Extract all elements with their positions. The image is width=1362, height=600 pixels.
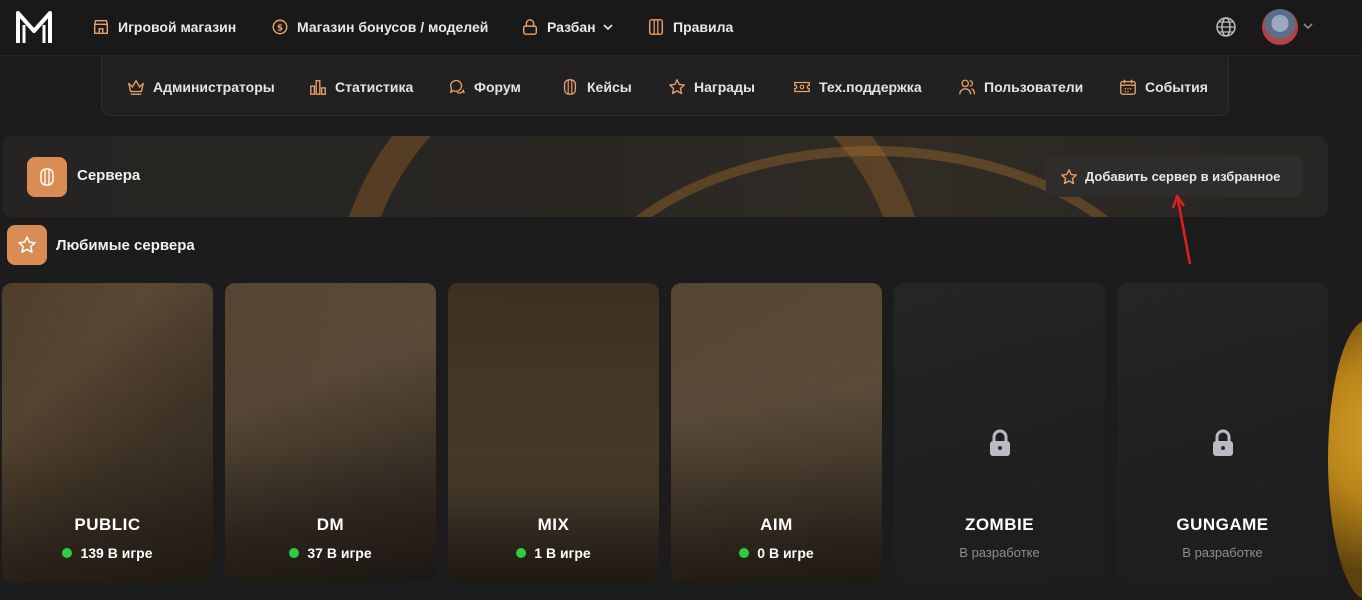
server-card-zombie[interactable]: ZOMBIE В разработке — [894, 283, 1105, 582]
stats-icon — [310, 80, 326, 95]
online-indicator — [62, 548, 73, 558]
annotation-arrow-icon — [1171, 194, 1192, 265]
star-icon — [18, 236, 36, 253]
server-players: 139 В игре — [80, 545, 153, 561]
chevron-down-icon — [603, 24, 613, 31]
server-status: В разработке — [959, 545, 1040, 560]
server-players: 0 В игре — [757, 545, 814, 561]
card-overlay — [448, 283, 659, 582]
servers-banner: Сервера Добавить сервер в избранное — [2, 136, 1328, 217]
server-status: 139 В игре — [2, 545, 213, 561]
calendar-icon — [1120, 79, 1136, 95]
lock-icon — [990, 429, 1010, 456]
server-card-mix[interactable]: MIX 1 В игре — [448, 283, 659, 582]
shop-icon — [93, 19, 109, 35]
favorites-icon-box — [7, 225, 47, 265]
svg-text:$: $ — [277, 24, 283, 34]
nav-item-label: Магазин бонусов / моделей — [297, 19, 489, 35]
server-card-aim[interactable]: AIM 0 В игре — [671, 283, 882, 582]
nav-item-label: Правила — [673, 19, 734, 35]
add-favorite-server-label: Добавить сервер в избранное — [1085, 169, 1281, 184]
servers-icon-box — [27, 157, 67, 197]
star-icon — [669, 79, 685, 95]
rules-icon — [648, 19, 664, 35]
subnav-item-label: Администраторы — [153, 79, 275, 95]
logo-icon[interactable] — [14, 9, 54, 45]
subnav-item-users[interactable]: Пользователи — [958, 76, 1083, 98]
card-overlay — [225, 283, 436, 582]
subnav-item-admins[interactable]: Администраторы — [127, 76, 275, 98]
crown-icon — [128, 80, 144, 95]
subnav-item-cases[interactable]: Кейсы — [561, 76, 632, 98]
star-icon — [1061, 168, 1077, 184]
coin-icon: $ — [272, 19, 288, 35]
page-title: Сервера — [77, 167, 141, 184]
top-navbar: Игровой магазин $ Магазин бонусов / моде… — [0, 0, 1362, 56]
nav-item-label: Разбан — [547, 19, 596, 35]
subnav-item-label: Пользователи — [984, 79, 1084, 95]
lock-icon — [1213, 429, 1233, 456]
server-status: В разработке — [1182, 545, 1263, 560]
case-icon — [563, 79, 577, 95]
card-overlay — [2, 283, 213, 582]
online-indicator — [289, 548, 300, 558]
server-card-gungame[interactable]: GUNGAME В разработке — [1117, 283, 1328, 582]
server-status: 37 В игре — [225, 545, 436, 561]
case-icon — [40, 168, 54, 186]
online-indicator — [739, 548, 750, 558]
forum-icon — [450, 79, 465, 94]
server-name: GUNGAME — [1176, 515, 1269, 534]
server-players: 37 В игре — [307, 545, 372, 561]
subnav-item-label: Тех.поддержка — [819, 79, 922, 95]
subnav-item-label: Кейсы — [587, 79, 632, 95]
chevron-down-icon[interactable] — [1302, 20, 1314, 32]
users-icon — [959, 79, 976, 95]
section-title: Любимые сервера — [56, 237, 195, 254]
card-overlay — [671, 283, 882, 582]
server-card-dm[interactable]: DM 37 В игре — [225, 283, 436, 582]
unlock-icon — [522, 19, 538, 35]
server-status: 0 В игре — [671, 545, 882, 561]
subnav-item-label: События — [1145, 79, 1208, 95]
server-name: DM — [316, 515, 345, 534]
server-name: ZOMBIE — [964, 515, 1035, 534]
subnav-item-stats[interactable]: Статистика — [309, 76, 413, 98]
server-name: AIM — [760, 515, 793, 534]
avatar[interactable] — [1262, 9, 1298, 45]
server-players: 1 В игре — [534, 545, 591, 561]
secondary-navbar: Администраторы Статистика Форум Кейсы На… — [101, 57, 1229, 116]
subnav-item-label: Статистика — [335, 79, 414, 95]
decorative-image — [1328, 320, 1362, 600]
subnav-item-events[interactable]: События — [1119, 76, 1208, 98]
subnav-item-label: Награды — [694, 79, 755, 95]
subnav-item-support[interactable]: Тех.поддержка — [793, 76, 922, 98]
server-name: MIX — [537, 515, 570, 534]
globe-icon[interactable] — [1214, 15, 1238, 39]
ticket-icon — [794, 81, 810, 93]
server-card-public[interactable]: PUBLIC 139 В игре — [2, 283, 213, 582]
subnav-item-rewards[interactable]: Награды — [668, 76, 755, 98]
subnav-item-forum[interactable]: Форум — [448, 76, 521, 98]
server-status: 1 В игре — [448, 545, 659, 561]
subnav-item-label: Форум — [474, 79, 521, 95]
online-indicator — [516, 548, 527, 558]
nav-item-game-shop[interactable]: Игровой магазин — [92, 15, 236, 39]
server-name: PUBLIC — [74, 515, 141, 534]
nav-item-unban[interactable]: Разбан — [521, 15, 614, 39]
nav-item-rules[interactable]: Правила — [647, 15, 733, 39]
nav-item-label: Игровой магазин — [118, 19, 237, 35]
nav-item-bonus-shop[interactable]: $ Магазин бонусов / моделей — [271, 15, 488, 39]
